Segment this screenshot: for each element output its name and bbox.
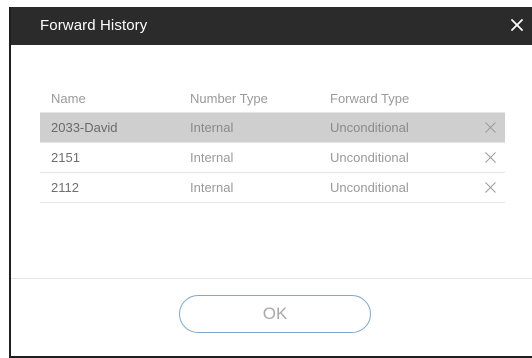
delete-icon [485,152,496,163]
footer-divider [11,278,532,279]
dialog-title: Forward History [40,17,148,34]
delete-row-button[interactable] [484,121,497,134]
dialog-title-bar: Forward History [11,7,532,45]
ok-button[interactable]: OK [179,295,371,333]
row-number-type: Internal [190,150,234,165]
table-header: Name Number Type Forward Type [40,88,505,113]
forward-history-table: Name Number Type Forward Type 2033-David… [40,88,505,203]
column-header-number-type: Number Type [190,91,268,106]
row-number-type: Internal [190,120,234,135]
row-forward-type: Unconditional [330,120,409,135]
delete-row-button[interactable] [484,151,497,164]
column-header-forward-type: Forward Type [330,91,410,106]
row-name: 2151 [51,150,80,165]
row-name: 2112 [51,180,79,195]
table-row[interactable]: 2151 Internal Unconditional [40,143,505,173]
delete-icon [485,182,496,193]
table-row[interactable]: 2033-David Internal Unconditional [40,113,505,143]
column-header-name: Name [51,91,86,106]
delete-icon [485,122,496,133]
forward-history-dialog: Forward History Name Number Type Forward… [9,7,532,358]
row-forward-type: Unconditional [330,150,409,165]
row-forward-type: Unconditional [330,180,409,195]
table-row[interactable]: 2112 Internal Unconditional [40,173,505,203]
close-icon [511,19,523,31]
delete-row-button[interactable] [484,181,497,194]
row-name: 2033-David [51,120,118,135]
close-button[interactable] [504,12,530,38]
row-number-type: Internal [190,180,234,195]
